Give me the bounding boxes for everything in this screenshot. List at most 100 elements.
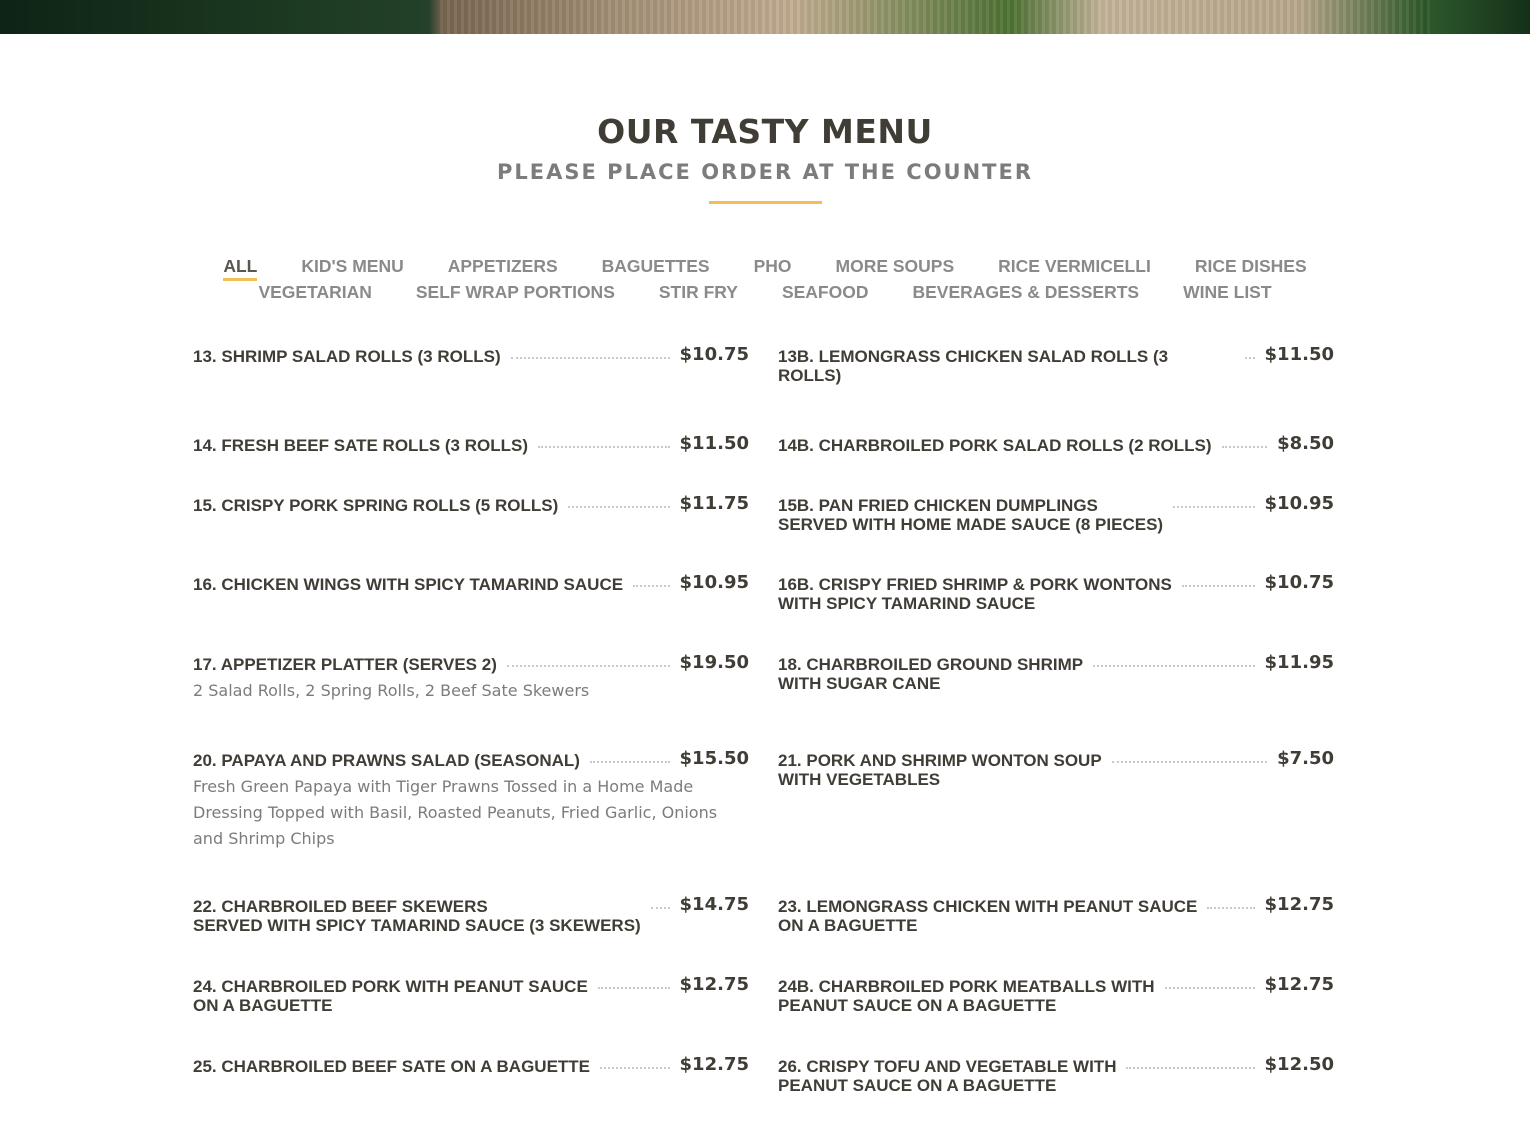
menu-item-name: 20. PAPAYA AND PRAWNS SALAD (SEASONAL) bbox=[193, 751, 580, 770]
menu-item-name: 16B. CRISPY FRIED SHRIMP & PORK WONTONS … bbox=[778, 575, 1172, 613]
menu-item-name: 16. CHICKEN WINGS WITH SPICY TAMARIND SA… bbox=[193, 575, 624, 594]
tab-vegetarian[interactable]: VEGETARIAN bbox=[258, 282, 371, 304]
tab-wine-list[interactable]: WINE LIST bbox=[1183, 282, 1271, 304]
menu-item-name: 14. FRESH BEEF SATE ROLLS (3 ROLLS) bbox=[193, 436, 528, 455]
dotted-leader bbox=[600, 1067, 670, 1069]
menu-item-price: $10.95 bbox=[679, 572, 749, 593]
dotted-leader bbox=[1164, 987, 1255, 989]
menu-item: 24. CHARBROILED PORK WITH PEANUT SAUCE O… bbox=[193, 974, 749, 1016]
menu-item-header: 24. CHARBROILED PORK WITH PEANUT SAUCE O… bbox=[193, 974, 749, 1016]
menu-item-header: 18. CHARBROILED GROUND SHRIMP WITH SUGAR… bbox=[778, 652, 1334, 694]
tab-pho[interactable]: PHO bbox=[754, 256, 792, 281]
menu-item-header: 21. PORK AND SHRIMP WONTON SOUP WITH VEG… bbox=[778, 748, 1334, 790]
menu-item: 15B. PAN FRIED CHICKEN DUMPLINGS SERVED … bbox=[778, 493, 1334, 535]
menu-item-price: $7.50 bbox=[1277, 748, 1334, 769]
menu-item: 16. CHICKEN WINGS WITH SPICY TAMARIND SA… bbox=[193, 572, 749, 595]
menu-item-header: 14B. CHARBROILED PORK SALAD ROLLS (2 ROL… bbox=[778, 433, 1334, 456]
menu-item-price: $11.75 bbox=[679, 493, 749, 514]
menu-item-price: $14.75 bbox=[679, 894, 749, 915]
tab-rice-dishes[interactable]: RICE DISHES bbox=[1195, 256, 1307, 281]
tab-beverages-desserts[interactable]: BEVERAGES & DESSERTS bbox=[913, 282, 1140, 304]
menu-item: 13B. LEMONGRASS CHICKEN SALAD ROLLS (3 R… bbox=[778, 344, 1334, 386]
tab-more-soups[interactable]: MORE SOUPS bbox=[836, 256, 955, 281]
menu-item-name: 24B. CHARBROILED PORK MEATBALLS WITH PEA… bbox=[778, 977, 1155, 1015]
dotted-leader bbox=[1221, 446, 1268, 448]
menu-item-header: 15B. PAN FRIED CHICKEN DUMPLINGS SERVED … bbox=[778, 493, 1334, 535]
menu-item-name: 15. CRISPY PORK SPRING ROLLS (5 ROLLS) bbox=[193, 496, 559, 515]
menu-item-name: 15B. PAN FRIED CHICKEN DUMPLINGS SERVED … bbox=[778, 496, 1164, 534]
cutting-board-image bbox=[440, 0, 1430, 34]
menu-item-price: $15.50 bbox=[679, 748, 749, 769]
tab-self-wrap-portions[interactable]: SELF WRAP PORTIONS bbox=[416, 282, 615, 304]
menu-item-price: $12.75 bbox=[1264, 974, 1334, 995]
dotted-leader bbox=[1126, 1067, 1255, 1069]
tab-kid-s-menu[interactable]: KID'S MENU bbox=[301, 256, 403, 281]
menu-item-price: $11.50 bbox=[679, 433, 749, 454]
menu-item-price: $10.75 bbox=[1264, 572, 1334, 593]
menu-item-name: 13B. LEMONGRASS CHICKEN SALAD ROLLS (3 R… bbox=[778, 347, 1169, 385]
menu-item: 23. LEMONGRASS CHICKEN WITH PEANUT SAUCE… bbox=[778, 894, 1334, 936]
menu-item-header: 20. PAPAYA AND PRAWNS SALAD (SEASONAL) $1… bbox=[193, 748, 749, 771]
page-title: OUR TASTY MENU bbox=[597, 112, 933, 151]
menu-item-header: 17. APPETIZER PLATTER (SERVES 2) $19.50 bbox=[193, 652, 749, 675]
menu-item: 25. CHARBROILED BEEF SATE ON A BAGUETTE $… bbox=[193, 1054, 749, 1077]
menu-item: 24B. CHARBROILED PORK MEATBALLS WITH PEA… bbox=[778, 974, 1334, 1016]
dotted-leader bbox=[1173, 506, 1255, 508]
menu-item-price: $10.95 bbox=[1264, 493, 1334, 514]
dotted-leader bbox=[1244, 357, 1255, 359]
tab-seafood[interactable]: SEAFOOD bbox=[782, 282, 869, 304]
dotted-leader bbox=[568, 506, 670, 508]
menu-item-name: 22. CHARBROILED BEEF SKEWERS SERVED WITH… bbox=[193, 897, 641, 935]
tab-all[interactable]: ALL bbox=[223, 256, 258, 281]
menu-item-name: 21. PORK AND SHRIMP WONTON SOUP WITH VEG… bbox=[778, 751, 1102, 789]
tab-rice-vermicelli[interactable]: RICE VERMICELLI bbox=[998, 256, 1151, 281]
menu-item-header: 16. CHICKEN WINGS WITH SPICY TAMARIND SA… bbox=[193, 572, 749, 595]
menu-item: 16B. CRISPY FRIED SHRIMP & PORK WONTONS … bbox=[778, 572, 1334, 614]
menu-item-price: $12.75 bbox=[1264, 894, 1334, 915]
menu-item-header: 22. CHARBROILED BEEF SKEWERS SERVED WITH… bbox=[193, 894, 749, 936]
menu-item: 15. CRISPY PORK SPRING ROLLS (5 ROLLS) $1… bbox=[193, 493, 749, 516]
dotted-leader bbox=[510, 357, 670, 359]
menu-item: 20. PAPAYA AND PRAWNS SALAD (SEASONAL) $1… bbox=[193, 749, 749, 852]
menu-item: 18. CHARBROILED GROUND SHRIMP WITH SUGAR… bbox=[778, 652, 1334, 694]
menu-item-name: 14B. CHARBROILED PORK SALAD ROLLS (2 ROL… bbox=[778, 436, 1212, 455]
menu-item-name: 23. LEMONGRASS CHICKEN WITH PEANUT SAUCE… bbox=[778, 897, 1198, 935]
menu-item-header: 24B. CHARBROILED PORK MEATBALLS WITH PEA… bbox=[778, 974, 1334, 1016]
menu-item: 22. CHARBROILED BEEF SKEWERS SERVED WITH… bbox=[193, 894, 749, 936]
dotted-leader bbox=[1093, 665, 1255, 667]
tab-stir-fry[interactable]: STIR FRY bbox=[659, 282, 738, 304]
tab-appetizers[interactable]: APPETIZERS bbox=[448, 256, 558, 281]
menu-item-name: 24. CHARBROILED PORK WITH PEANUT SAUCE O… bbox=[193, 977, 588, 1015]
menu-item-price: $19.50 bbox=[679, 652, 749, 673]
menu-item: 21. PORK AND SHRIMP WONTON SOUP WITH VEG… bbox=[778, 748, 1334, 790]
menu-item-price: $11.50 bbox=[1264, 344, 1334, 365]
menu-item-price: $8.50 bbox=[1277, 433, 1334, 454]
menu-item-header: 25. CHARBROILED BEEF SATE ON A BAGUETTE $… bbox=[193, 1054, 749, 1077]
menu-item-description: Fresh Green Papaya with Tiger Prawns Tos… bbox=[193, 777, 718, 848]
menu-item-header: 14. FRESH BEEF SATE ROLLS (3 ROLLS) $11.5… bbox=[193, 433, 749, 456]
tab-baguettes[interactable]: BAGUETTES bbox=[602, 256, 710, 281]
menu-item-name: 17. APPETIZER PLATTER (SERVES 2) bbox=[193, 655, 497, 674]
menu-item-description: 2 Salad Rolls, 2 Spring Rolls, 2 Beef Sa… bbox=[193, 681, 590, 700]
tabs-row-2: VEGETARIAN SELF WRAP PORTIONS STIR FRY SEAF… bbox=[0, 282, 1530, 304]
dotted-leader bbox=[1207, 907, 1255, 909]
menu-item: 14B. CHARBROILED PORK SALAD ROLLS (2 ROL… bbox=[778, 433, 1334, 456]
menu-item-name: 25. CHARBROILED BEEF SATE ON A BAGUETTE bbox=[193, 1057, 591, 1076]
dotted-leader bbox=[1111, 761, 1268, 763]
menu-item-header: 13. SHRIMP SALAD ROLLS (3 ROLLS) $10.75 bbox=[193, 345, 749, 367]
hero-banner-image bbox=[0, 0, 1530, 34]
tabs-row-1: ALL KID'S MENU APPETIZERS BAGUETTES PHO MORE … bbox=[0, 256, 1530, 281]
dotted-leader bbox=[589, 761, 670, 763]
menu-item-header: 16B. CRISPY FRIED SHRIMP & PORK WONTONS … bbox=[778, 572, 1334, 614]
menu-item-price: $12.50 bbox=[1264, 1054, 1334, 1075]
dotted-leader bbox=[650, 907, 670, 909]
menu-item-price: $11.95 bbox=[1264, 652, 1334, 673]
menu-item-price: $12.75 bbox=[679, 1054, 749, 1075]
menu-item-header: 15. CRISPY PORK SPRING ROLLS (5 ROLLS) $1… bbox=[193, 493, 749, 516]
menu-item: 26. CRISPY TOFU AND VEGETABLE WITH PEANU… bbox=[778, 1054, 1334, 1096]
menu-item-header: 13B. LEMONGRASS CHICKEN SALAD ROLLS (3 R… bbox=[778, 344, 1334, 386]
menu-item-name: 26. CRISPY TOFU AND VEGETABLE WITH PEANU… bbox=[778, 1057, 1117, 1095]
menu-item-price: $12.75 bbox=[679, 974, 749, 995]
menu-item-header: 26. CRISPY TOFU AND VEGETABLE WITH PEANU… bbox=[778, 1054, 1334, 1096]
dotted-leader bbox=[506, 665, 670, 667]
